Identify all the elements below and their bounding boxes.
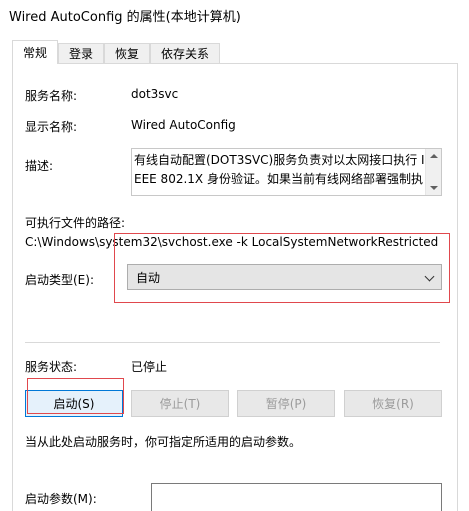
start-button[interactable]: 启动(S) bbox=[25, 390, 123, 417]
start-params-input[interactable] bbox=[151, 483, 442, 511]
description-scrollbar[interactable] bbox=[425, 149, 441, 195]
startup-type-select[interactable]: 自动 bbox=[127, 264, 442, 290]
exe-path-label: 可执行文件的路径: bbox=[25, 216, 126, 230]
stop-button-label: 停止(T) bbox=[159, 397, 201, 411]
section-divider bbox=[25, 342, 440, 343]
resume-button-label: 恢复(R) bbox=[372, 397, 414, 411]
service-status-value: 已停止 bbox=[131, 360, 168, 374]
start-params-hint: 当从此处启动服务时，你可指定所适用的启动参数。 bbox=[25, 435, 302, 449]
display-name-label: 显示名称: bbox=[25, 120, 78, 134]
scroll-up-icon[interactable] bbox=[430, 154, 438, 158]
service-name-value: dot3svc bbox=[131, 87, 179, 101]
pause-button-label: 暂停(P) bbox=[265, 397, 307, 411]
scroll-down-icon[interactable] bbox=[430, 186, 438, 190]
service-status-label: 服务状态: bbox=[25, 360, 78, 374]
startup-type-label: 启动类型(E): bbox=[25, 273, 94, 287]
start-button-label: 启动(S) bbox=[53, 397, 95, 411]
chevron-down-icon bbox=[424, 271, 435, 282]
service-name-label: 服务名称: bbox=[25, 89, 78, 103]
description-label: 描述: bbox=[25, 159, 54, 173]
exe-path-value: C:\Windows\system32\svchost.exe -k Local… bbox=[25, 235, 439, 249]
description-text: 有线自动配置(DOT3SVC)服务负责对以太网接口执行 IEEE 802.1X … bbox=[134, 153, 425, 186]
startup-type-value: 自动 bbox=[136, 270, 161, 285]
display-name-value: Wired AutoConfig bbox=[131, 118, 236, 132]
stop-button[interactable]: 停止(T) bbox=[131, 390, 229, 417]
start-params-label: 启动参数(M): bbox=[25, 492, 97, 506]
pause-button[interactable]: 暂停(P) bbox=[237, 390, 335, 417]
description-box[interactable]: 有线自动配置(DOT3SVC)服务负责对以太网接口执行 IEEE 802.1X … bbox=[131, 148, 442, 196]
general-content: 服务名称: dot3svc 显示名称: Wired AutoConfig 描述:… bbox=[0, 0, 469, 511]
resume-button[interactable]: 恢复(R) bbox=[344, 390, 442, 417]
